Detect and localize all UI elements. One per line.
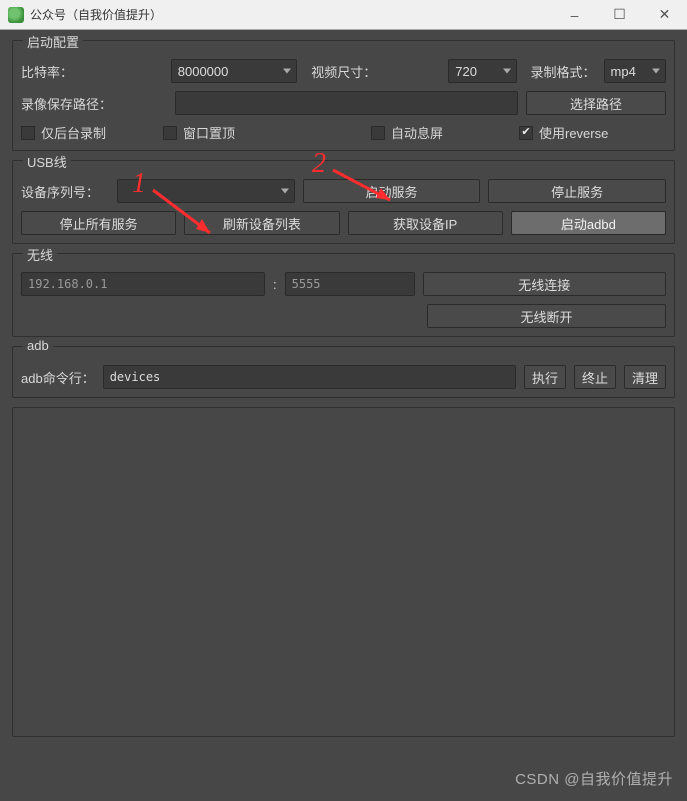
stop-all-button[interactable]: 停止所有服务 [21,211,176,235]
close-button[interactable]: ✕ [642,1,687,29]
checkbox-icon [163,126,177,140]
watermark: CSDN @自我价值提升 [515,768,673,789]
wifi-colon: : [273,277,277,292]
adb-cmd-label: adb命令行： [21,368,95,387]
adb-stop-button[interactable]: 终止 [574,365,616,389]
get-ip-button[interactable]: 获取设备IP [348,211,503,235]
chevron-down-icon [503,69,511,74]
legend-wifi: 无线 [23,245,57,264]
client-area: 启动配置 比特率： 8000000 视频尺寸： 720 录制格式： mp4 录像… [0,30,687,747]
start-adbd-button[interactable]: 启动adbd [511,211,666,235]
window-controls: – ☐ ✕ [552,1,687,29]
adb-exec-button[interactable]: 执行 [524,365,566,389]
chk-topmost[interactable]: 窗口置顶 [163,123,363,142]
legend-usb: USB线 [23,152,71,171]
checkbox-icon: ✔ [519,126,533,140]
chk-bgonly[interactable]: 仅后台录制 [21,123,155,142]
recfmt-label: 录制格式： [531,62,596,81]
chevron-down-icon [283,69,291,74]
group-startup: 启动配置 比特率： 8000000 视频尺寸： 720 录制格式： mp4 录像… [12,40,675,151]
maximize-button[interactable]: ☐ [597,1,642,29]
choose-path-button[interactable]: 选择路径 [526,91,666,115]
chevron-down-icon [281,189,289,194]
title-bar: 公众号（自我价值提升） – ☐ ✕ [0,0,687,30]
adb-cmd-input[interactable]: devices [103,365,516,389]
recfmt-value: mp4 [611,64,636,79]
adb-clear-button[interactable]: 清理 [624,365,666,389]
recfmt-combo[interactable]: mp4 [604,59,666,83]
window-title: 公众号（自我价值提升） [30,6,552,23]
serial-combo[interactable] [117,179,295,203]
group-adb: adb adb命令行： devices 执行 终止 清理 [12,346,675,398]
console-output[interactable] [12,407,675,737]
wifi-ip-input[interactable]: 192.168.0.1 [21,272,265,296]
refresh-devices-button[interactable]: 刷新设备列表 [184,211,339,235]
group-wifi: 无线 192.168.0.1 : 5555 无线连接 无线断开 [12,253,675,337]
chk-autooff[interactable]: 自动息屏 [371,123,511,142]
wifi-port-input[interactable]: 5555 [285,272,415,296]
wifi-connect-button[interactable]: 无线连接 [423,272,666,296]
chevron-down-icon [652,69,660,74]
bitrate-combo[interactable]: 8000000 [171,59,297,83]
serial-label: 设备序列号： [21,182,109,201]
minimize-button[interactable]: – [552,1,597,29]
savepath-input[interactable] [175,91,518,115]
stop-service-button[interactable]: 停止服务 [488,179,666,203]
videosize-value: 720 [455,64,477,79]
start-service-button[interactable]: 启动服务 [303,179,481,203]
legend-startup: 启动配置 [23,32,83,51]
legend-adb: adb [23,338,53,353]
videosize-combo[interactable]: 720 [448,59,516,83]
savepath-label: 录像保存路径： [21,94,121,113]
group-usb: USB线 设备序列号： 启动服务 停止服务 停止所有服务 刷新设备列表 获取设备… [12,160,675,244]
videosize-label: 视频尺寸： [311,62,376,81]
checkbox-icon [21,126,35,140]
bitrate-value: 8000000 [178,64,229,79]
wifi-disconnect-button[interactable]: 无线断开 [427,304,666,328]
app-icon [8,7,24,23]
bitrate-label: 比特率： [21,62,81,81]
checkbox-icon [371,126,385,140]
chk-reverse[interactable]: ✔ 使用reverse [519,123,608,142]
